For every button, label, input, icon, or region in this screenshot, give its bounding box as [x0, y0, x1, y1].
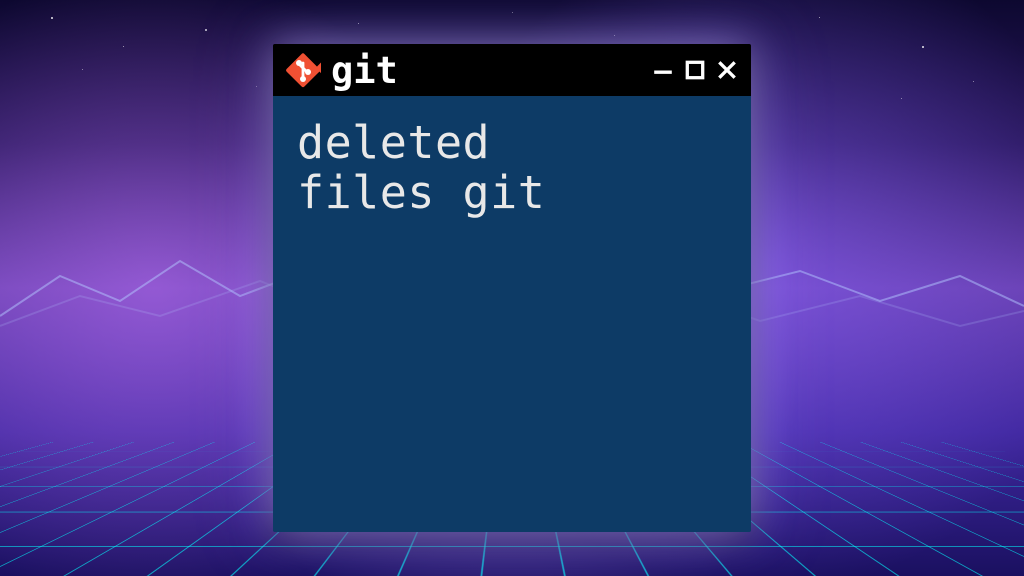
terminal-window: git deleted files git: [273, 44, 751, 532]
close-button[interactable]: [715, 58, 739, 82]
terminal-body[interactable]: deleted files git: [273, 96, 751, 532]
minimize-button[interactable]: [651, 58, 675, 82]
window-title: git: [331, 52, 641, 89]
terminal-output: deleted files git: [297, 118, 727, 219]
git-logo-icon: [285, 52, 321, 88]
window-controls: [651, 58, 739, 82]
titlebar[interactable]: git: [273, 44, 751, 96]
maximize-button[interactable]: [683, 58, 707, 82]
